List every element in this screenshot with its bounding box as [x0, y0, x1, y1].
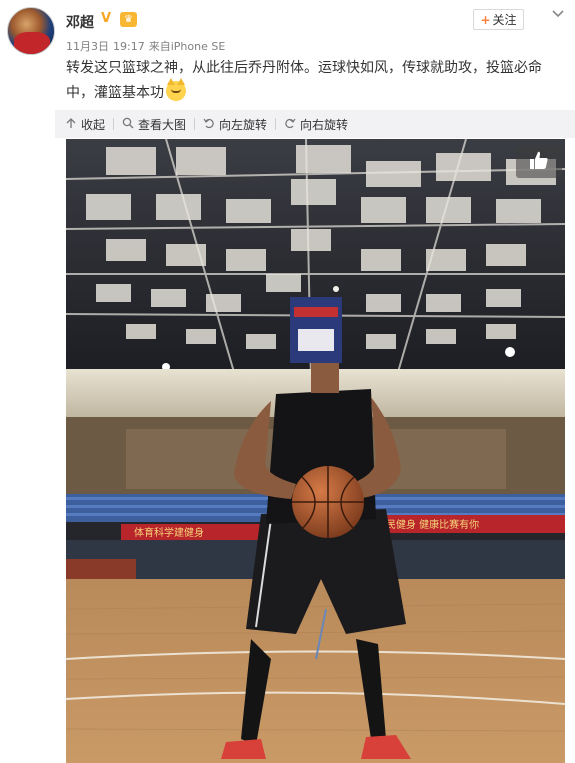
follow-button[interactable]: + 关注: [473, 9, 524, 30]
post-text-content: 转发这只篮球之神，从此往后乔丹附体。运球快如风，传球就助攻，投篮必命中，灌篮基本…: [66, 60, 542, 101]
rotate-right-icon: [284, 117, 296, 132]
chevron-down-icon[interactable]: [549, 6, 567, 24]
banner-right-text: 全民健身 健康比赛有你: [376, 518, 479, 531]
collapse-button[interactable]: 收起: [65, 116, 105, 133]
follow-label: 关注: [492, 13, 517, 27]
rotate-right-button[interactable]: 向右旋转: [284, 116, 348, 133]
magnifier-icon: [122, 117, 134, 132]
toolbar-divider: [113, 118, 115, 130]
rotate-left-button[interactable]: 向左旋转: [203, 116, 267, 133]
post-photo[interactable]: 体育科学建健身 全民健身 健康比赛有你: [66, 139, 565, 763]
doge-cat-emoji-icon: [166, 78, 186, 101]
view-large-label: 查看大图: [138, 117, 187, 132]
post-text: 转发这只篮球之神，从此往后乔丹附体。运球快如风，传球就助攻，投篮必命中，灌篮基本…: [66, 56, 556, 106]
arrow-up-icon: [65, 117, 77, 132]
basketball-court-photo: 体育科学建健身 全民健身 健康比赛有你: [66, 139, 565, 763]
post-meta: 11月3日 19:17 来自iPhone SE: [66, 38, 229, 54]
rotate-left-icon: [203, 117, 215, 132]
follow-plus-icon: +: [480, 12, 491, 27]
view-large-button[interactable]: 查看大图: [122, 116, 186, 133]
image-toolbar: 收起 查看大图 向左旋转 向右旋转: [55, 110, 575, 138]
post-source: iPhone SE: [170, 40, 226, 53]
banner-left-text: 体育科学建健身: [134, 526, 204, 539]
source-prefix: 来自: [148, 40, 171, 53]
post-time[interactable]: 19:17: [113, 40, 145, 53]
like-button[interactable]: [516, 145, 562, 178]
toolbar-divider: [275, 118, 277, 130]
toolbar-divider: [194, 118, 196, 130]
rotate-left-label: 向左旋转: [219, 117, 268, 132]
username[interactable]: 邓超: [66, 12, 94, 32]
rotate-right-label: 向右旋转: [300, 117, 349, 132]
member-crown-icon: ♛: [120, 12, 137, 27]
collapse-label: 收起: [81, 117, 106, 132]
post-header: 邓超 V ♛ 11月3日 19:17 来自iPhone SE + 关注: [0, 0, 575, 58]
verified-badge-icon: V: [101, 11, 112, 26]
avatar-superhero-cape: [14, 32, 50, 54]
thumbs-up-icon: [527, 148, 551, 176]
post-date[interactable]: 11月3日: [66, 40, 109, 53]
avatar[interactable]: [7, 7, 55, 55]
